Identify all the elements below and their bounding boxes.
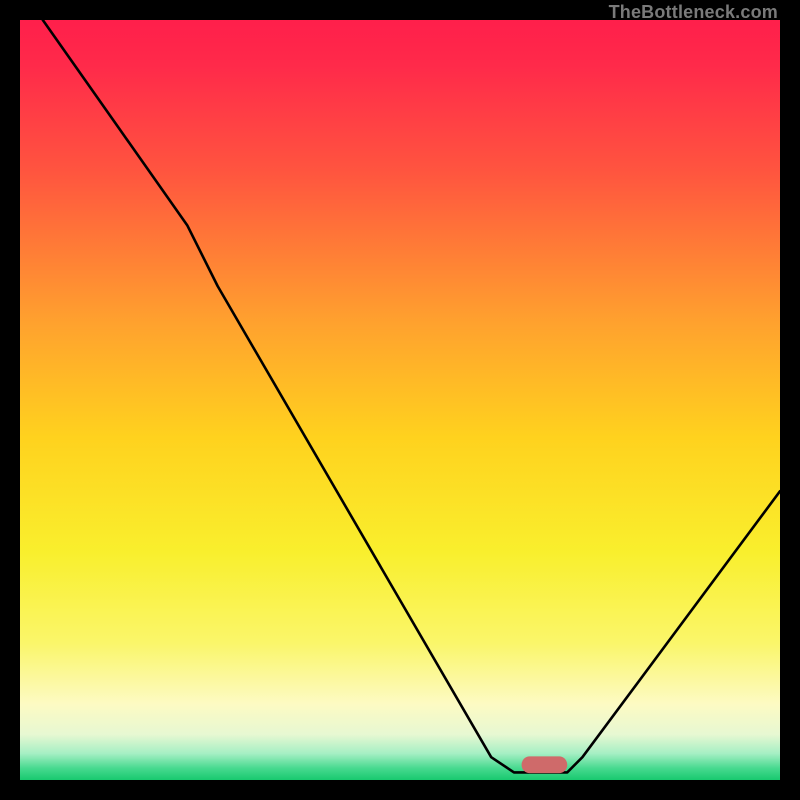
optimal-marker xyxy=(522,756,568,773)
chart-canvas xyxy=(20,20,780,780)
watermark-text: TheBottleneck.com xyxy=(609,2,778,23)
plot-background xyxy=(20,20,780,780)
